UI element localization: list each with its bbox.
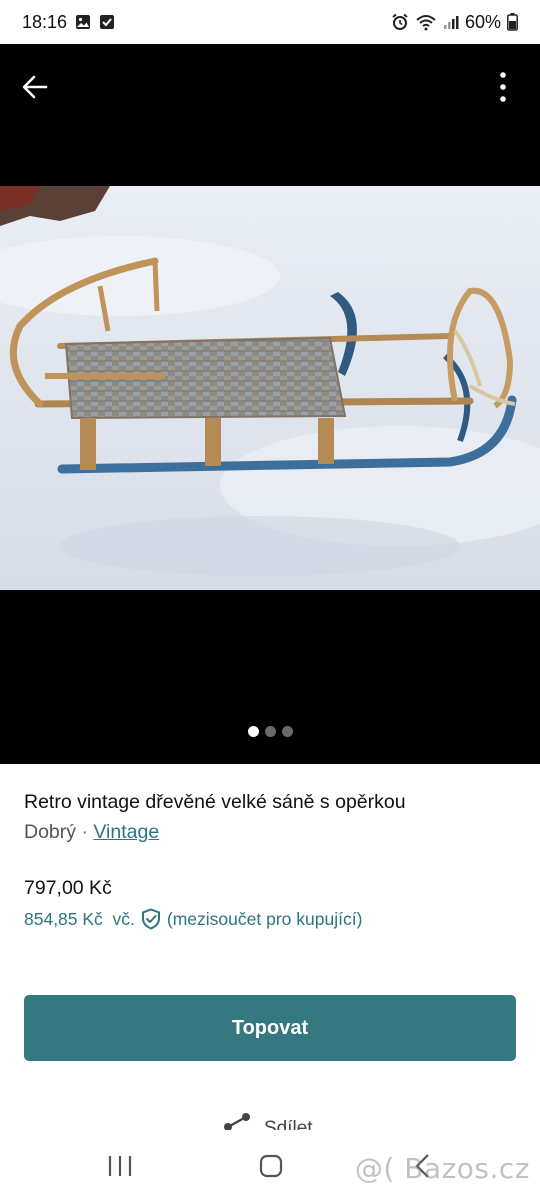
back-button[interactable]	[14, 66, 56, 108]
wifi-icon	[415, 13, 437, 31]
battery-icon	[507, 13, 518, 31]
gallery-dot[interactable]	[247, 726, 259, 737]
bazos-watermark: @( Bazos.cz	[354, 1152, 530, 1185]
listing-meta: Dobrý · Vintage	[24, 819, 516, 845]
buyer-price-row: 854,85 Kč vč. (mezisoučet pro kupující)	[24, 907, 516, 931]
home-button[interactable]	[246, 1148, 296, 1184]
arrow-left-icon	[22, 75, 48, 99]
image-gallery[interactable]	[0, 44, 540, 764]
share-label: Sdílet	[264, 1118, 313, 1130]
recent-apps-button[interactable]	[95, 1148, 145, 1184]
system-nav-bar: @( Bazos.cz	[0, 1130, 540, 1200]
check-icon	[99, 14, 115, 30]
listing-photo[interactable]	[0, 186, 540, 590]
more-vertical-icon	[500, 72, 506, 102]
gallery-indicator	[0, 726, 540, 737]
recent-apps-icon	[108, 1156, 132, 1176]
listing-price: 797,00 Kč	[24, 877, 112, 899]
gallery-icon	[75, 14, 91, 30]
listing-details: Retro vintage dřevěné velké sáně s opěrk…	[24, 788, 516, 931]
sled-photo	[0, 186, 540, 590]
buyer-price: 854,85 Kč vč.	[24, 909, 135, 929]
gallery-dot[interactable]	[281, 726, 293, 737]
gallery-toolbar	[0, 44, 540, 128]
gallery-dot[interactable]	[264, 726, 276, 737]
signal-icon	[443, 14, 459, 30]
more-options-button[interactable]	[482, 66, 524, 108]
boost-button[interactable]: Topovat	[24, 995, 516, 1061]
home-icon	[259, 1154, 283, 1178]
status-time: 18:16	[22, 11, 68, 32]
alarm-icon	[391, 13, 409, 31]
share-button[interactable]: Sdílet	[222, 1112, 313, 1130]
category-link[interactable]: Vintage	[93, 821, 159, 843]
shield-check-icon[interactable]	[141, 908, 161, 930]
status-right: 60%	[391, 12, 518, 33]
meta-separator: ·	[81, 821, 88, 843]
share-icon	[224, 1113, 250, 1130]
status-left: 18:16	[22, 12, 115, 33]
battery-percent: 60%	[464, 11, 501, 32]
listing-title: Retro vintage dřevěné velké sáně s opěrk…	[24, 791, 406, 813]
status-bar: 18:16 60%	[0, 0, 540, 44]
condition-label: Dobrý	[24, 821, 77, 843]
buyer-note: (mezisoučet pro kupující)	[166, 909, 363, 929]
